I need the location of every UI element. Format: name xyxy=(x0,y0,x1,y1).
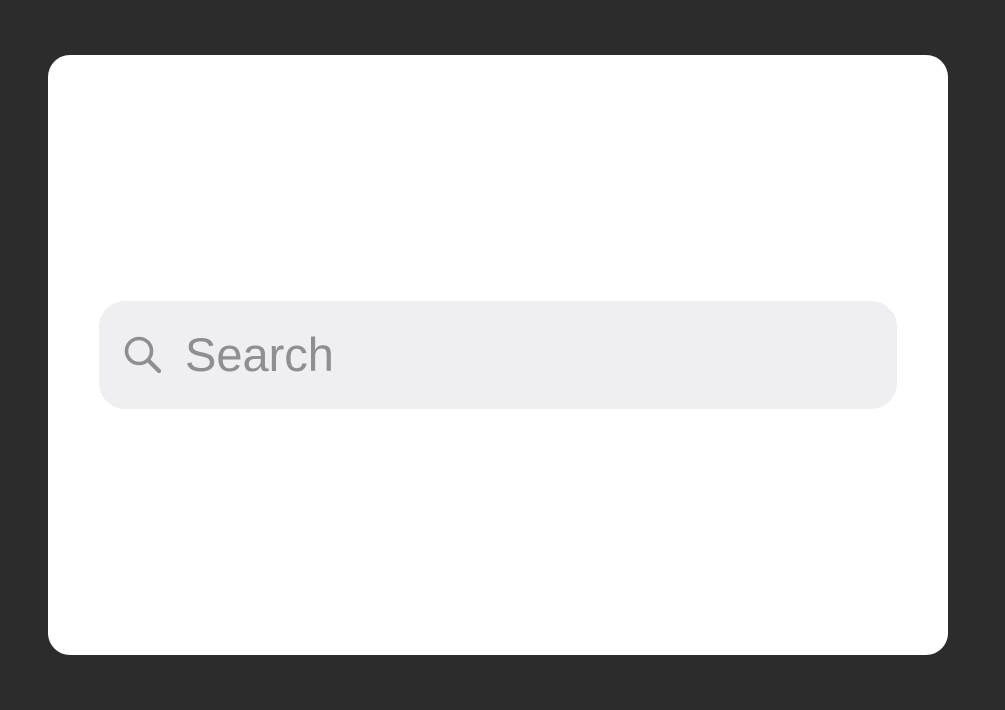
card xyxy=(48,55,948,655)
search-input[interactable] xyxy=(185,325,885,385)
backdrop xyxy=(0,0,1005,710)
search-bar[interactable] xyxy=(99,301,897,409)
search-icon xyxy=(121,333,165,377)
